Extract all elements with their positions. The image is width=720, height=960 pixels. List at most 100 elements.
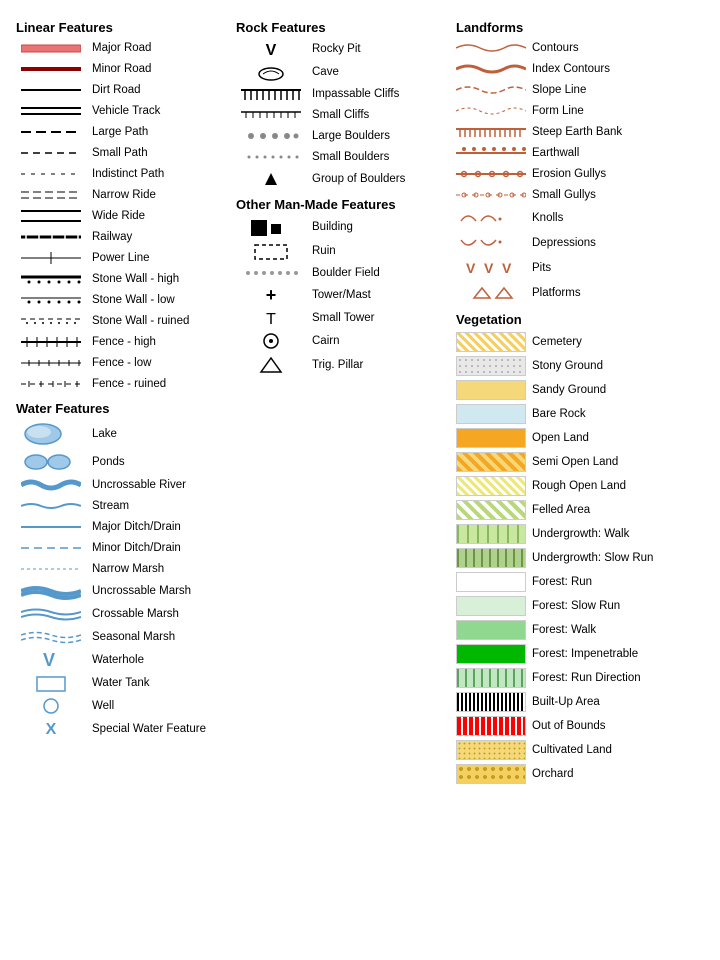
platforms-symbol (456, 282, 526, 304)
stone-wall-high-label: Stone Wall - high (92, 273, 179, 285)
list-item: Railway (16, 228, 224, 246)
list-item: Erosion Gullys (456, 165, 704, 183)
fence-high-symbol (16, 335, 86, 349)
ruin-symbol (236, 241, 306, 261)
semi-open-swatch (456, 452, 526, 472)
small-boulders-symbol (236, 150, 306, 164)
minor-ditch-label: Minor Ditch/Drain (92, 542, 181, 554)
forest-run-label: Forest: Run (532, 576, 592, 588)
water-tank-symbol (16, 673, 86, 693)
cultivated-label: Cultivated Land (532, 744, 612, 756)
svg-text:V: V (484, 260, 494, 276)
forest-imp-label: Forest: Impenetrable (532, 648, 638, 660)
list-item: Fence - high (16, 333, 224, 351)
slope-line-symbol (456, 81, 526, 99)
list-item: V V V Pits (456, 257, 704, 279)
forest-imp-swatch (456, 644, 526, 664)
railway-label: Railway (92, 231, 132, 243)
cave-label: Cave (312, 66, 339, 78)
list-item: Major Road (16, 39, 224, 57)
felled-label: Felled Area (532, 504, 590, 516)
indistinct-path-label: Indistinct Path (92, 168, 164, 180)
list-item: Trig. Pillar (236, 354, 444, 376)
impassable-cliffs-symbol (236, 86, 306, 102)
list-item: Wide Ride (16, 207, 224, 225)
narrow-marsh-label: Narrow Marsh (92, 563, 164, 575)
list-item: Major Ditch/Drain (16, 518, 224, 536)
earthwall-label: Earthwall (532, 147, 579, 159)
lake-label: Lake (92, 428, 117, 440)
section-title-vegetation: Vegetation (456, 312, 704, 327)
vehicle-track-symbol (16, 104, 86, 118)
list-item: Forest: Impenetrable (456, 643, 704, 665)
list-item: Slope Line (456, 81, 704, 99)
minor-ditch-symbol (16, 543, 86, 553)
sandy-label: Sandy Ground (532, 384, 606, 396)
orchard-label: Orchard (532, 768, 574, 780)
list-item: Stony Ground (456, 355, 704, 377)
stony-swatch (456, 356, 526, 376)
wide-ride-symbol (16, 208, 86, 224)
list-item: Cairn (236, 331, 444, 351)
list-item: Forest: Slow Run (456, 595, 704, 617)
list-item: T Small Tower (236, 308, 444, 328)
form-line-symbol (456, 102, 526, 120)
knolls-label: Knolls (532, 212, 563, 224)
narrow-marsh-symbol (16, 564, 86, 574)
fence-low-label: Fence - low (92, 357, 151, 369)
cross-marsh-label: Crossable Marsh (92, 608, 179, 620)
knolls-symbol (456, 207, 526, 229)
vehicle-track-label: Vehicle Track (92, 105, 160, 117)
small-boulders-label: Small Boulders (312, 151, 389, 163)
large-boulders-symbol (236, 129, 306, 143)
contours-label: Contours (532, 42, 579, 54)
major-road-symbol (16, 41, 86, 55)
uncross-river-label: Uncrossable River (92, 479, 186, 491)
small-path-label: Small Path (92, 147, 148, 159)
bare-rock-swatch (456, 404, 526, 424)
ponds-symbol (16, 451, 86, 473)
cairn-label: Cairn (312, 335, 339, 347)
small-gullys-label: Small Gullys (532, 189, 596, 201)
list-item: Well (16, 696, 224, 716)
list-item: Depressions (456, 232, 704, 254)
lake-symbol (16, 420, 86, 448)
stone-wall-low-symbol (16, 293, 86, 307)
list-item: Building (236, 216, 444, 238)
major-ditch-symbol (16, 522, 86, 532)
forest-walk-swatch (456, 620, 526, 640)
rocky-pit-symbol: V (236, 39, 306, 59)
out-of-bounds-swatch (456, 716, 526, 736)
tower-symbol: + (236, 285, 306, 305)
cemetery-label: Cemetery (532, 336, 582, 348)
list-item: X Special Water Feature (16, 719, 224, 739)
impassable-cliffs-label: Impassable Cliffs (312, 88, 399, 100)
cairn-symbol (236, 331, 306, 351)
seasonal-marsh-symbol (16, 627, 86, 647)
fence-ruined-symbol (16, 377, 86, 391)
list-item: Index Contours (456, 60, 704, 78)
list-item: Fence - low (16, 354, 224, 372)
cross-marsh-symbol (16, 604, 86, 624)
tower-label: Tower/Mast (312, 289, 371, 301)
felled-swatch (456, 500, 526, 520)
section-title-landforms: Landforms (456, 20, 704, 35)
list-item: Seasonal Marsh (16, 627, 224, 647)
undergrowth-slow-label: Undergrowth: Slow Run (532, 552, 653, 564)
power-line-label: Power Line (92, 252, 150, 264)
minor-road-label: Minor Road (92, 63, 151, 75)
depressions-symbol (456, 232, 526, 254)
stone-wall-high-symbol (16, 272, 86, 286)
list-item: Indistinct Path (16, 165, 224, 183)
svg-text:V: V (43, 650, 55, 670)
small-tower-label: Small Tower (312, 312, 374, 324)
ruin-label: Ruin (312, 245, 336, 257)
undergrowth-slow-swatch (456, 548, 526, 568)
list-item: Small Cliffs (236, 106, 444, 124)
list-item: Open Land (456, 427, 704, 449)
small-path-symbol (16, 146, 86, 160)
list-item: V Waterhole (16, 650, 224, 670)
list-item: Water Tank (16, 673, 224, 693)
forest-slow-swatch (456, 596, 526, 616)
uncross-marsh-symbol (16, 581, 86, 601)
